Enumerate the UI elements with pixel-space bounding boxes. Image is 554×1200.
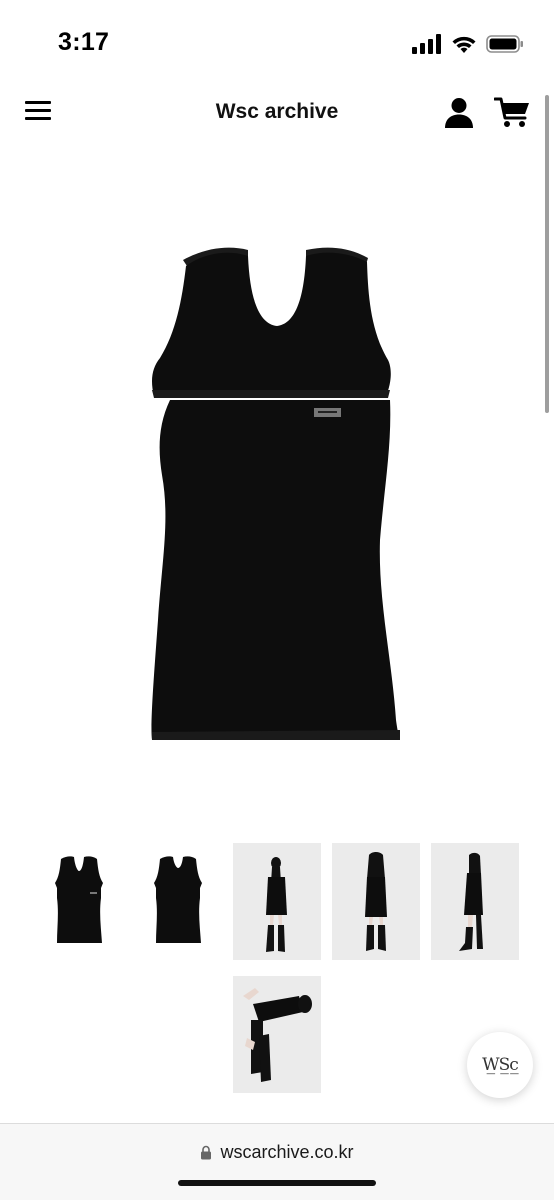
hamburger-menu-icon-line <box>25 109 51 112</box>
thumbnail-3[interactable] <box>233 843 321 960</box>
thumbnail-1[interactable] <box>35 843 123 960</box>
status-bar: 3:17 <box>0 0 554 80</box>
cart-button[interactable] <box>493 96 532 130</box>
status-icons <box>412 34 524 54</box>
cellular-signal-icon <box>412 34 441 54</box>
thumb-model-lying <box>233 976 321 1093</box>
shopping-cart-icon <box>493 97 529 127</box>
thumb-model-side <box>431 843 519 960</box>
thumb-dress-front <box>55 856 103 943</box>
lock-icon <box>201 1145 212 1160</box>
hamburger-menu-icon <box>25 101 51 104</box>
floating-brand-button[interactable]: W̲S̲c̲ <box>467 1032 533 1098</box>
dress-image <box>148 247 400 740</box>
product-main-image[interactable] <box>100 220 454 780</box>
thumbnail-2[interactable] <box>134 843 222 960</box>
status-time: 3:17 <box>58 28 110 56</box>
wifi-icon <box>452 36 476 53</box>
floating-brand-label: W̲S̲c̲ <box>482 1055 519 1075</box>
menu-button[interactable] <box>22 96 54 124</box>
hamburger-menu-icon-line <box>25 117 51 120</box>
brand-link[interactable]: Wsc archive <box>216 100 339 123</box>
url-row[interactable]: wscarchive.co.kr <box>0 1142 554 1163</box>
home-indicator[interactable] <box>178 1180 376 1186</box>
thumb-model-back <box>332 843 420 960</box>
thumb-model-front <box>233 843 321 960</box>
scroll-indicator[interactable] <box>545 95 549 413</box>
thumb-dress-back <box>154 856 202 943</box>
thumbnail-6[interactable] <box>233 976 321 1093</box>
thumbnail-4[interactable] <box>332 843 420 960</box>
thumbnail-5[interactable] <box>431 843 519 960</box>
browser-address-bar: wscarchive.co.kr <box>0 1123 554 1200</box>
url-text: wscarchive.co.kr <box>220 1142 354 1162</box>
top-nav: Wsc archive <box>0 86 554 142</box>
battery-icon <box>486 35 523 53</box>
user-icon <box>445 98 473 128</box>
account-button[interactable] <box>442 96 476 130</box>
